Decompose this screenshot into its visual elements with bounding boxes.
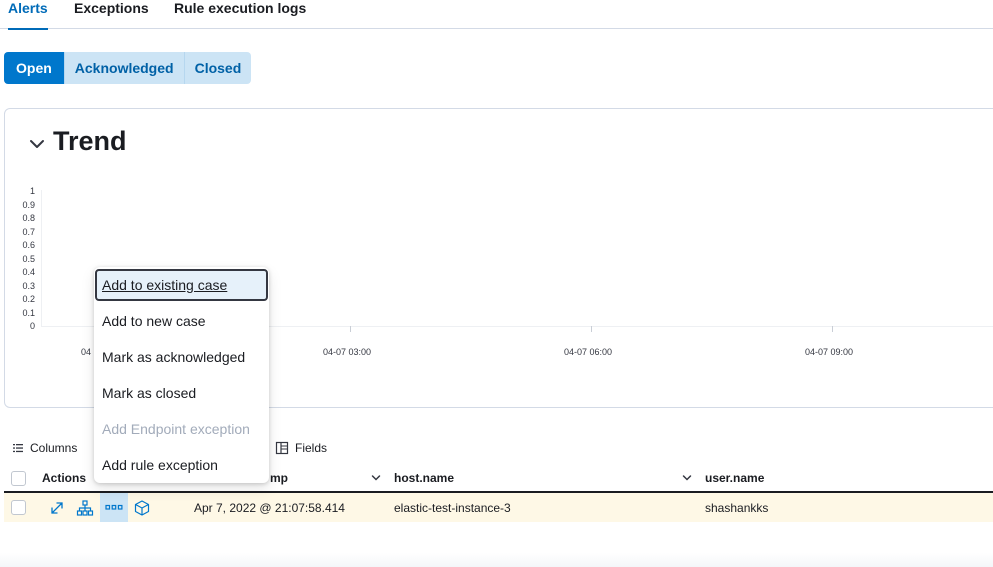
fields-label: Fields [295, 441, 328, 455]
table-row: Apr 7, 2022 @ 21:07:58.414 elastic-test-… [4, 493, 993, 522]
filter-closed-button[interactable]: Closed [184, 52, 252, 84]
expand-icon[interactable] [48, 499, 66, 517]
columns-button[interactable]: Columns [12, 440, 77, 456]
filter-acknowledged-button[interactable]: Acknowledged [64, 52, 185, 84]
ellipsis-icon [105, 504, 123, 510]
list-icon [13, 444, 23, 453]
tab-rule-execution-logs[interactable]: Rule execution logs [174, 0, 306, 29]
page-bottom-edge [0, 553, 993, 567]
menu-item-add-rule-exception[interactable]: Add rule exception [95, 449, 268, 481]
menu-item-mark-as-closed[interactable]: Mark as closed [95, 377, 268, 409]
cell-user-name: shashankks [705, 501, 769, 515]
y-tick-label: 0 [29, 321, 35, 331]
menu-item-mark-as-acknowledged[interactable]: Mark as acknowledged [95, 341, 268, 373]
y-tick-label: 0.8 [22, 213, 35, 223]
y-tick-label: 0.2 [22, 294, 35, 304]
header-host-name[interactable]: host.name [394, 471, 454, 485]
cell-host-name: elastic-test-instance-3 [394, 501, 511, 515]
x-tick-mark [832, 326, 833, 332]
filter-open-button[interactable]: Open [4, 52, 65, 84]
select-all-checkbox[interactable] [11, 471, 26, 486]
y-tick-label: 0.1 [22, 307, 35, 318]
x-tick-label: 04-07 03:00 [323, 347, 372, 357]
status-filter-group: Open Acknowledged Closed [4, 52, 252, 84]
header-timestamp[interactable]: mp [270, 471, 288, 485]
alert-actions-menu: Add to existing case Add to new case Mar… [94, 267, 269, 483]
y-tick-label: 0.6 [22, 240, 35, 250]
x-tick-label: 04-07 06:00 [564, 347, 613, 357]
menu-item-add-to-existing-case[interactable]: Add to existing case [95, 269, 268, 301]
more-actions-button[interactable] [100, 493, 128, 522]
tab-exceptions[interactable]: Exceptions [74, 0, 149, 29]
header-actions: Actions [42, 471, 87, 485]
x-tick-label: 04-07 09:00 [805, 347, 854, 357]
trend-title: Trend [53, 126, 127, 156]
y-tick-label: 0.4 [22, 267, 35, 277]
y-tick-label: 0.3 [22, 280, 35, 291]
y-tick-label: 1 [29, 186, 35, 196]
x-tick-mark [591, 326, 592, 332]
menu-item-add-endpoint-exception: Add Endpoint exception [102, 421, 250, 437]
investigate-in-timeline-icon[interactable] [133, 499, 151, 517]
chart-y-axis-line [41, 190, 42, 327]
analyze-event-icon[interactable] [76, 499, 94, 517]
tab-alerts[interactable]: Alerts [8, 0, 48, 30]
y-tick-label: 0.5 [22, 253, 35, 264]
header-user-name[interactable]: user.name [705, 471, 764, 485]
chevron-down-icon[interactable] [371, 473, 381, 483]
row-select-checkbox[interactable] [11, 500, 26, 515]
columns-label: Columns [30, 441, 78, 455]
chevron-down-icon[interactable] [682, 473, 692, 483]
fields-button[interactable]: Fields [275, 440, 327, 456]
fields-table-icon [275, 441, 289, 455]
menu-item-add-to-new-case[interactable]: Add to new case [95, 305, 268, 337]
y-tick-label: 0.9 [22, 199, 35, 210]
chevron-down-icon[interactable] [26, 133, 48, 155]
y-tick-label: 0.7 [22, 226, 35, 237]
x-tick-label: 04 [81, 347, 92, 357]
cell-timestamp: Apr 7, 2022 @ 21:07:58.414 [194, 501, 345, 515]
page-tabs: Alerts Exceptions Rule execution logs [0, 0, 993, 30]
x-tick-mark [350, 326, 351, 332]
